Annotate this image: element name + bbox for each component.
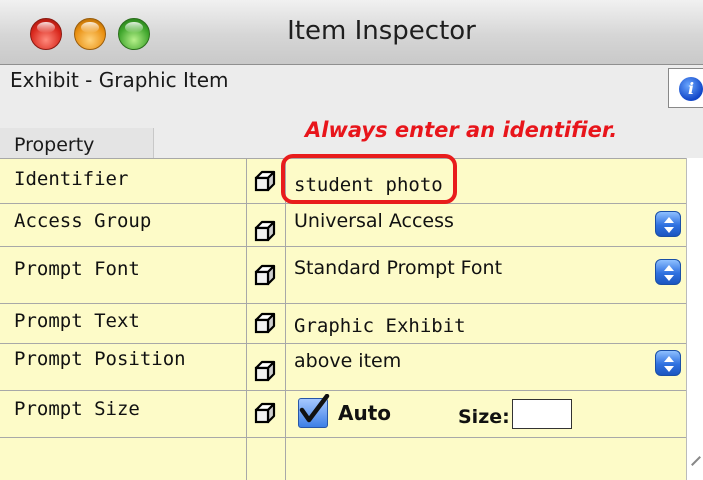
popup-arrows-icon (664, 217, 674, 233)
row-divider (0, 390, 686, 391)
cube-icon[interactable] (254, 402, 276, 424)
property-label-prompt-text: Prompt Text (14, 310, 140, 332)
property-label-prompt-size: Prompt Size (14, 398, 140, 420)
scrollbar[interactable] (686, 158, 703, 480)
auto-checkbox-label: Auto (338, 401, 392, 425)
prompt-text-field[interactable]: Graphic Exhibit (294, 315, 466, 337)
cube-icon[interactable] (254, 360, 276, 382)
row-divider (0, 437, 686, 438)
property-label-identifier: Identifier (14, 168, 129, 190)
row-divider (0, 246, 686, 247)
popup-arrows-icon (664, 265, 674, 281)
cube-icon[interactable] (254, 170, 276, 192)
cube-icon[interactable] (254, 264, 276, 286)
prompt-position-value: above item (294, 350, 402, 372)
property-label-prompt-position: Prompt Position (14, 348, 186, 370)
row-divider (0, 303, 686, 304)
annotation-text: Always enter an identifier. (305, 118, 618, 142)
row-divider (0, 343, 686, 344)
property-column-label: Property (14, 134, 95, 156)
auto-checkbox[interactable] (298, 394, 330, 428)
prompt-position-popup[interactable] (655, 350, 681, 376)
popup-arrows-icon (664, 356, 674, 372)
property-label-prompt-font: Prompt Font (14, 258, 140, 280)
prompt-font-value: Standard Prompt Font (294, 257, 503, 279)
cube-icon[interactable] (254, 312, 276, 334)
window-title: Item Inspector (287, 16, 476, 46)
title-bar[interactable]: Item Inspector (0, 0, 703, 65)
access-group-popup[interactable] (655, 211, 681, 237)
info-button[interactable]: i (668, 68, 703, 108)
item-type-label: Exhibit - Graphic Item (10, 68, 229, 92)
prompt-font-popup[interactable] (655, 259, 681, 285)
identifier-highlight (281, 154, 457, 204)
access-group-value: Universal Access (294, 210, 454, 232)
info-icon: i (679, 77, 703, 101)
property-label-access-group: Access Group (14, 210, 152, 232)
cube-icon[interactable] (254, 220, 276, 242)
size-label: Size: (458, 406, 510, 428)
item-inspector-window: Item Inspector Exhibit - Graphic Item i … (0, 0, 703, 480)
size-input[interactable] (512, 399, 572, 429)
checkmark-icon (299, 394, 330, 423)
column-divider (285, 158, 286, 480)
column-divider (246, 158, 247, 480)
